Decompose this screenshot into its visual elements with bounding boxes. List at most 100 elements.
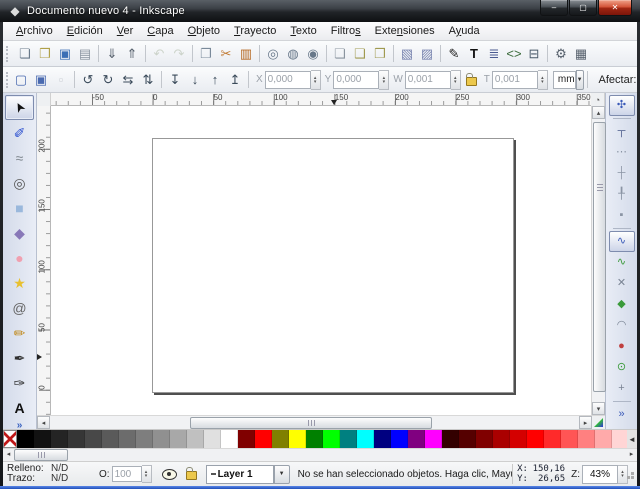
palette-scroll-left-button[interactable]: ◂ bbox=[3, 449, 14, 459]
x-spinner[interactable]: ▴▾ bbox=[311, 70, 321, 90]
horizontal-ruler[interactable]: -50050100150200250300350 bbox=[51, 93, 591, 106]
xml-editor-button[interactable]: <> bbox=[504, 43, 524, 64]
zoom-field[interactable] bbox=[582, 465, 618, 484]
tool-3dbox[interactable]: ◆ bbox=[5, 220, 34, 245]
menu-objeto[interactable]: Objeto bbox=[181, 24, 227, 38]
raise-to-top-button[interactable]: ↥ bbox=[225, 69, 245, 90]
x-field[interactable] bbox=[265, 71, 311, 89]
current-layer-select[interactable]: Layer 1 bbox=[206, 465, 274, 484]
scroll-left-button[interactable]: ◂ bbox=[37, 416, 50, 429]
palette-swatch[interactable] bbox=[221, 430, 238, 448]
vertical-ruler[interactable]: 200150100500 bbox=[37, 106, 51, 415]
snapbar-more-button[interactable]: » bbox=[609, 404, 635, 425]
lower-to-bottom-button[interactable]: ↧ bbox=[165, 69, 185, 90]
palette-swatch-none[interactable] bbox=[3, 430, 17, 448]
menu-filtros[interactable]: Filtros bbox=[324, 24, 368, 38]
lower-button[interactable]: ↓ bbox=[185, 69, 205, 90]
palette-swatch[interactable] bbox=[595, 430, 612, 448]
tool-pencil[interactable]: ✏ bbox=[5, 320, 34, 345]
scroll-right-button[interactable]: ▸ bbox=[579, 416, 592, 429]
select-all-layers-button[interactable]: ▣ bbox=[31, 69, 51, 90]
width-spinner[interactable]: ▴▾ bbox=[451, 70, 461, 90]
vertical-scrollbar[interactable]: ▴ ▾ bbox=[591, 106, 605, 415]
palette-swatch[interactable] bbox=[85, 430, 102, 448]
palette-swatch[interactable] bbox=[561, 430, 578, 448]
unit-select[interactable]: mm bbox=[553, 71, 576, 89]
snap-midpoints-button[interactable]: ● bbox=[609, 336, 635, 357]
palette-swatch[interactable] bbox=[187, 430, 204, 448]
snap-toggle-button[interactable]: ✣ bbox=[609, 95, 635, 116]
palette-swatch[interactable] bbox=[442, 430, 459, 448]
height-field[interactable] bbox=[492, 71, 538, 89]
palette-swatch[interactable] bbox=[102, 430, 119, 448]
palette-swatch[interactable] bbox=[34, 430, 51, 448]
raise-button[interactable]: ↑ bbox=[205, 69, 225, 90]
horizontal-scroll-thumb[interactable] bbox=[190, 417, 432, 429]
palette-swatch[interactable] bbox=[204, 430, 221, 448]
align-dialog-button[interactable]: ⊟ bbox=[524, 43, 544, 64]
unit-dropdown-button[interactable]: ▼ bbox=[576, 70, 584, 90]
palette-swatch[interactable] bbox=[374, 430, 391, 448]
titlebar[interactable]: ◆ Documento nuevo 4 - Inkscape –▢✕ bbox=[0, 0, 640, 22]
palette-swatch[interactable] bbox=[476, 430, 493, 448]
layer-dropdown-button[interactable]: ▼ bbox=[274, 465, 290, 484]
menu-capa[interactable]: Capa bbox=[140, 24, 180, 38]
snap-bbox-midpoints-button[interactable]: ╀ bbox=[609, 184, 635, 205]
create-clone-button[interactable]: ❑ bbox=[350, 43, 370, 64]
preferences-button[interactable]: ⚙ bbox=[551, 43, 571, 64]
palette-swatch[interactable] bbox=[459, 430, 476, 448]
opacity-field[interactable] bbox=[112, 466, 142, 482]
flip-horizontal-button[interactable]: ⇆ bbox=[118, 69, 138, 90]
snap-smooth-nodes-button[interactable]: ◠ bbox=[609, 315, 635, 336]
tool-spiral[interactable]: @ bbox=[5, 295, 34, 320]
palette-swatch[interactable] bbox=[119, 430, 136, 448]
zoom-page-button[interactable]: ◉ bbox=[303, 43, 323, 64]
palette-swatch[interactable] bbox=[255, 430, 272, 448]
zoom-spinner[interactable]: ▴▾ bbox=[618, 465, 628, 484]
tool-star[interactable]: ★ bbox=[5, 270, 34, 295]
layer-visibility-eye-icon[interactable] bbox=[162, 469, 177, 480]
fill-stroke-indicator[interactable]: Relleno: N/D Trazo: N/D bbox=[3, 464, 93, 484]
deselect-button[interactable]: ▫ bbox=[51, 69, 71, 90]
zoom-selection-button[interactable]: ◎ bbox=[263, 43, 283, 64]
rotate-cw-button[interactable]: ↻ bbox=[98, 69, 118, 90]
palette-swatch[interactable] bbox=[340, 430, 357, 448]
palette-swatch[interactable] bbox=[17, 430, 34, 448]
snap-bbox-centers-button[interactable]: ▪ bbox=[609, 205, 635, 226]
print-button[interactable]: ▤ bbox=[75, 43, 95, 64]
menu-ayuda[interactable]: Ayuda bbox=[442, 24, 487, 38]
tool-pen[interactable]: ✒ bbox=[5, 345, 34, 370]
snap-object-centers-button[interactable]: ⊙ bbox=[609, 357, 635, 378]
tool-rectangle[interactable]: ■ bbox=[5, 195, 34, 220]
menu-trayecto[interactable]: Trayecto bbox=[227, 24, 283, 38]
palette-swatch[interactable] bbox=[578, 430, 595, 448]
select-all-button[interactable]: ▢ bbox=[11, 69, 31, 90]
flip-vertical-button[interactable]: ⇅ bbox=[138, 69, 158, 90]
palette-scroll-right-button[interactable]: ▸ bbox=[626, 449, 637, 459]
lock-ratio-icon[interactable] bbox=[466, 77, 477, 86]
layer-lock-icon[interactable] bbox=[186, 471, 197, 480]
canvas[interactable] bbox=[51, 106, 591, 415]
text-dialog-button[interactable]: T bbox=[464, 43, 484, 64]
palette-swatch[interactable] bbox=[544, 430, 561, 448]
zoom-drawing-button[interactable]: ◍ bbox=[283, 43, 303, 64]
scroll-down-button[interactable]: ▾ bbox=[592, 402, 605, 415]
paste-button[interactable]: ▥ bbox=[236, 43, 256, 64]
maximize-button[interactable]: ▢ bbox=[569, 0, 597, 16]
palette-swatch[interactable] bbox=[272, 430, 289, 448]
tool-selector[interactable]: ➤ bbox=[5, 95, 34, 120]
document-properties-button[interactable]: ▦ bbox=[571, 43, 591, 64]
duplicate-button[interactable]: ❏ bbox=[330, 43, 350, 64]
palette-swatch[interactable] bbox=[408, 430, 425, 448]
palette-swatch[interactable] bbox=[289, 430, 306, 448]
ungroup-button[interactable]: ▨ bbox=[417, 43, 437, 64]
vertical-scroll-thumb[interactable] bbox=[593, 122, 606, 392]
rotate-ccw-button[interactable]: ↺ bbox=[78, 69, 98, 90]
snap-bbox-button[interactable]: ┬ bbox=[609, 121, 635, 142]
palette-scroll-thumb[interactable] bbox=[14, 449, 68, 461]
width-field[interactable] bbox=[405, 71, 451, 89]
undo-button[interactable]: ↶ bbox=[149, 43, 169, 64]
palette-swatch[interactable] bbox=[493, 430, 510, 448]
unlink-clone-button[interactable]: ❒ bbox=[370, 43, 390, 64]
opacity-spinner[interactable]: ▴▾ bbox=[142, 465, 152, 483]
